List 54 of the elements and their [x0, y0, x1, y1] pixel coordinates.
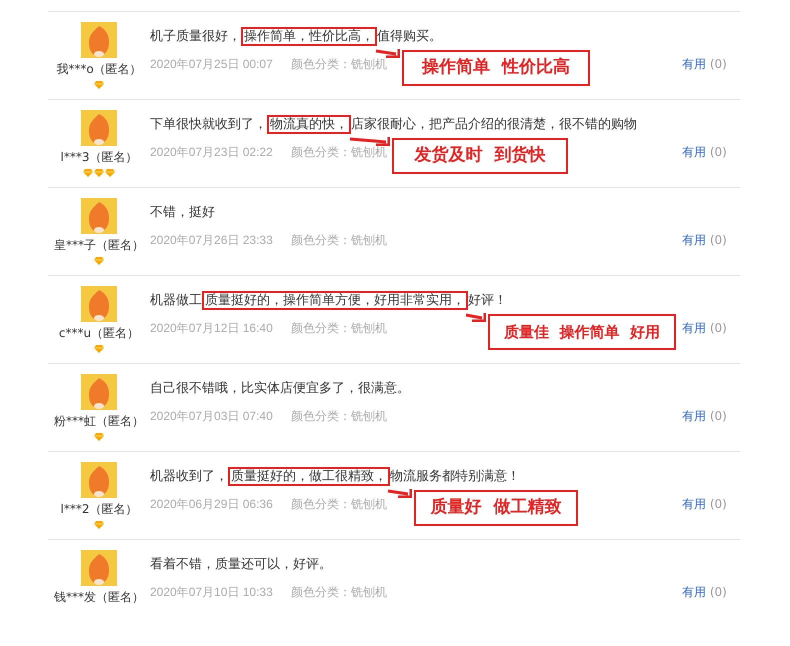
callout-arrow [374, 49, 400, 58]
diamond-icon [94, 433, 104, 441]
review-date: 2020年07月10日 10:33 [150, 584, 273, 601]
callout-label: 发货及时 到货快 [392, 138, 568, 174]
diamond-icon [94, 257, 104, 265]
callout-label: 操作简单 性价比高 [402, 50, 590, 86]
avatar-drawing [81, 550, 117, 586]
user-name: 我***o（匿名） [56, 61, 142, 78]
helpful-link[interactable]: 有用 (0) [682, 55, 727, 73]
review-date: 2020年06月29日 06:36 [150, 496, 273, 513]
helpful-link[interactable]: 有用 (0) [682, 319, 727, 337]
user-name: l***3（匿名） [60, 149, 138, 166]
review-text: 下单很快就收到了， 物流真的快， 店家很耐心，把产品介绍的很清楚，很不错的购物 [150, 115, 638, 135]
diamond-icon [94, 81, 104, 89]
avatar-drawing [81, 110, 117, 146]
product-variant: 颜色分类：铣刨机 [290, 56, 387, 73]
avatar-drawing [81, 198, 117, 234]
avatar-drawing [81, 374, 117, 410]
helpful-link[interactable]: 有用 (0) [682, 407, 727, 425]
user-name: 粉***虹（匿名） [54, 413, 144, 430]
product-variant: 颜色分类：铣刨机 [290, 320, 387, 337]
review-date: 2020年07月12日 16:40 [150, 320, 273, 337]
callout-label: 质量好 做工精致 [414, 490, 578, 526]
review-text: 自己很不错哦，比实体店便宜多了，很满意。 [150, 380, 411, 398]
callout-arrow [464, 313, 486, 322]
user-name: l***2（匿名） [60, 501, 138, 518]
diamond-icon [94, 345, 104, 353]
user-name: 钱***发（匿名） [54, 589, 144, 606]
review-text: 看着不错，质量还可以，好评。 [150, 556, 333, 574]
avatar-drawing [81, 462, 117, 498]
product-variant: 颜色分类：铣刨机 [290, 584, 387, 601]
review-date: 2020年07月03日 07:40 [150, 408, 273, 425]
user-name: 皇***子（匿名） [54, 237, 144, 254]
review-date: 2020年07月26日 23:33 [150, 232, 273, 249]
product-variant: 颜色分类：铣刨机 [290, 408, 387, 425]
callout-label: 质量佳 操作简单 好用 [488, 314, 676, 350]
helpful-link[interactable]: 有用 (0) [682, 143, 727, 161]
review-text: 机子质量很好， 操作简单，性价比高， 值得购买。 [150, 27, 443, 47]
callout-arrow [386, 489, 412, 498]
helpful-link[interactable]: 有用 (0) [682, 495, 727, 513]
diamond-icon [94, 521, 104, 529]
helpful-link[interactable]: 有用 (0) [682, 583, 727, 601]
avatar-drawing [81, 286, 117, 322]
user-name: c***u（匿名） [58, 325, 140, 342]
product-variant: 颜色分类：铣刨机 [290, 496, 387, 513]
review-date: 2020年07月23日 02:22 [150, 144, 273, 161]
review-date: 2020年07月25日 00:07 [150, 56, 273, 73]
helpful-link[interactable]: 有用 (0) [682, 231, 727, 249]
product-variant: 颜色分类：铣刨机 [290, 232, 387, 249]
product-variant: 颜色分类：铣刨机 [290, 144, 387, 161]
callout-arrow [348, 137, 390, 146]
avatar-drawing [81, 22, 117, 58]
review-text: 不错，挺好 [150, 204, 216, 222]
review-text: 机器收到了， 质量挺好的，做工很精致， 物流服务都特别满意！ [150, 467, 521, 487]
